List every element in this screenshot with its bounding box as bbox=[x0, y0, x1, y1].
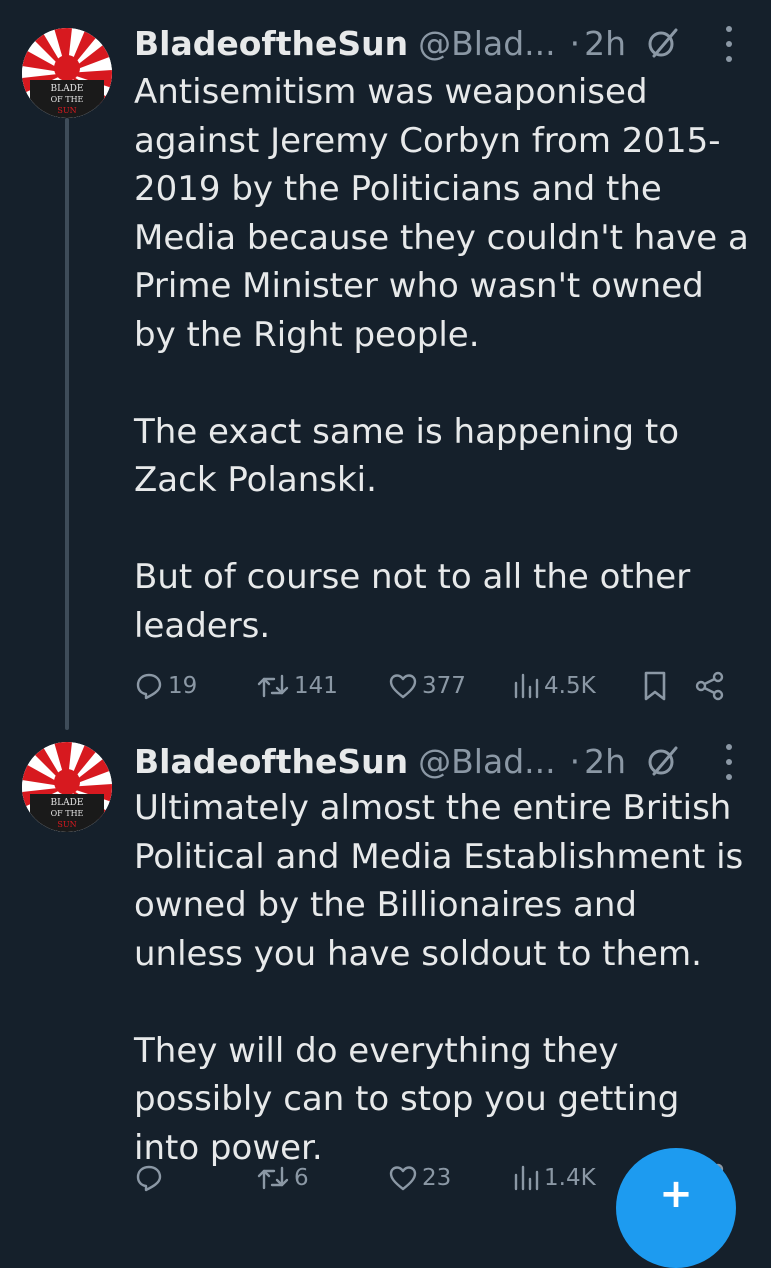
like-count: 377 bbox=[422, 673, 466, 699]
view-count: 1.4K bbox=[544, 1165, 596, 1191]
svg-text:SUN: SUN bbox=[57, 820, 76, 829]
views-button[interactable]: 1.4K bbox=[512, 1158, 596, 1198]
timestamp[interactable]: 2h bbox=[584, 742, 626, 781]
grok-icon[interactable] bbox=[646, 26, 680, 60]
repost-count: 6 bbox=[294, 1165, 309, 1191]
reply-count: 19 bbox=[168, 673, 198, 699]
svg-text:OF THE: OF THE bbox=[51, 809, 84, 818]
timestamp[interactable]: 2h bbox=[584, 24, 626, 63]
compose-button[interactable]: + bbox=[616, 1148, 736, 1268]
tweet-header: BladeoftheSun @Blad... · 2h bbox=[134, 18, 751, 68]
like-count: 23 bbox=[422, 1165, 452, 1191]
repost-button[interactable]: 6 bbox=[256, 1158, 309, 1198]
retweet-icon bbox=[256, 671, 290, 701]
svg-text:SUN: SUN bbox=[57, 106, 76, 115]
share-icon bbox=[694, 670, 726, 702]
svg-text:BLADE: BLADE bbox=[51, 84, 84, 94]
bookmark-button[interactable] bbox=[642, 666, 668, 706]
avatar[interactable]: BLADE OF THE SUN bbox=[22, 28, 112, 118]
svg-text:BLADE: BLADE bbox=[51, 798, 84, 808]
svg-text:OF THE: OF THE bbox=[51, 95, 84, 104]
like-icon bbox=[388, 1163, 418, 1193]
views-icon bbox=[512, 671, 540, 701]
tweet-actions: 19 141 377 4.5K bbox=[134, 666, 771, 706]
like-button[interactable]: 23 bbox=[388, 1158, 451, 1198]
reply-icon bbox=[134, 671, 164, 701]
tweet[interactable]: BLADE OF THE SUN BladeoftheSun @Blad... … bbox=[0, 720, 771, 1199]
display-name[interactable]: BladeoftheSun bbox=[134, 742, 408, 781]
repost-button[interactable]: 141 bbox=[256, 666, 338, 706]
retweet-icon bbox=[256, 1163, 290, 1193]
reply-icon bbox=[134, 1163, 164, 1193]
views-button[interactable]: 4.5K bbox=[512, 666, 596, 706]
avatar-image: BLADE OF THE SUN bbox=[22, 742, 112, 832]
grok-icon[interactable] bbox=[646, 744, 680, 778]
like-icon bbox=[388, 671, 418, 701]
separator-dot: · bbox=[569, 23, 581, 63]
views-icon bbox=[512, 1163, 540, 1193]
display-name[interactable]: BladeoftheSun bbox=[134, 24, 408, 63]
tweet[interactable]: BLADE OF THE SUN BladeoftheSun @Blad... … bbox=[0, 0, 771, 720]
user-handle[interactable]: @Blad... bbox=[418, 742, 555, 781]
repost-count: 141 bbox=[294, 673, 338, 699]
more-options-icon[interactable] bbox=[723, 26, 735, 62]
reply-button[interactable]: 19 bbox=[134, 666, 197, 706]
tweet-text: Ultimately almost the entire British Pol… bbox=[134, 788, 744, 1168]
user-handle[interactable]: @Blad... bbox=[418, 24, 555, 63]
bookmark-icon bbox=[642, 670, 668, 702]
avatar[interactable]: BLADE OF THE SUN bbox=[22, 742, 112, 832]
separator-dot: · bbox=[569, 741, 581, 781]
share-button[interactable] bbox=[694, 666, 726, 706]
like-button[interactable]: 377 bbox=[388, 666, 466, 706]
avatar-image: BLADE OF THE SUN bbox=[22, 28, 112, 118]
reply-button[interactable] bbox=[134, 1158, 168, 1198]
view-count: 4.5K bbox=[544, 673, 596, 699]
more-options-icon[interactable] bbox=[723, 744, 735, 780]
tweet-text: Antisemitism was weaponised against Jere… bbox=[134, 72, 749, 646]
plus-icon: + bbox=[659, 1171, 693, 1217]
tweet-header: BladeoftheSun @Blad... · 2h bbox=[134, 736, 751, 786]
